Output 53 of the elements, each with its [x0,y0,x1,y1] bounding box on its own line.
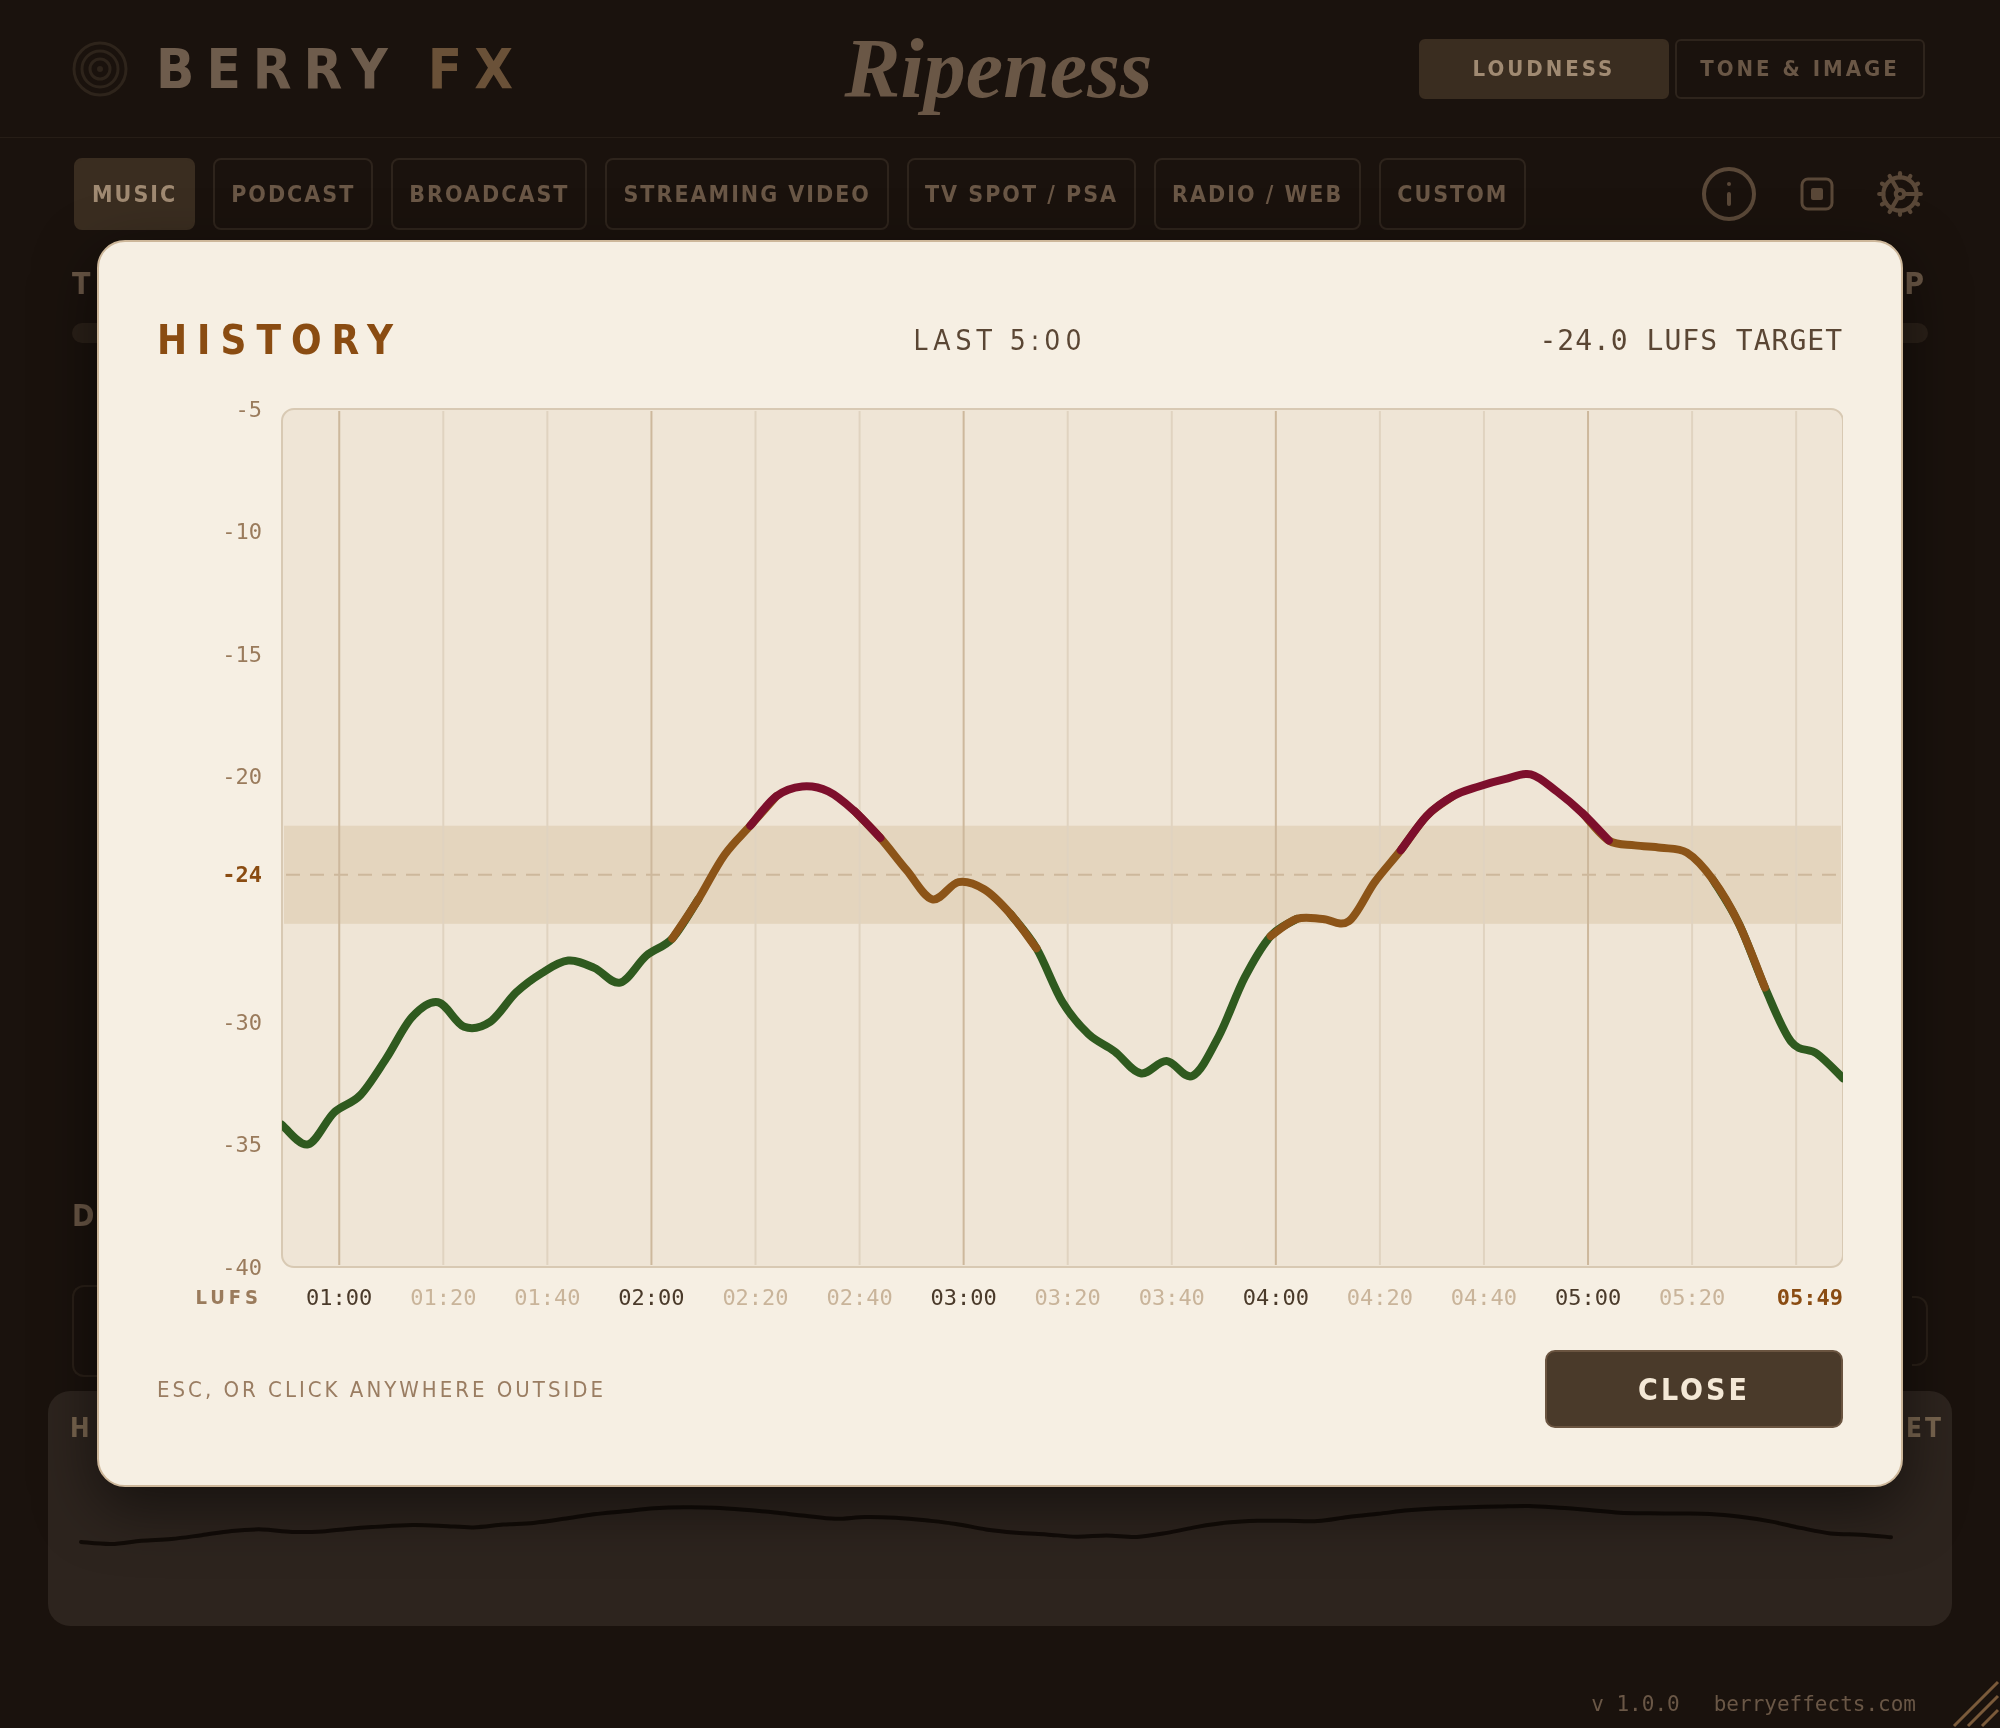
mode-tab[interactable]: LOUDNESS [1419,38,1669,99]
axis-title: LUFS [195,1285,262,1309]
axis-label: 05:00 [1554,1284,1622,1310]
settings-icon[interactable] [1875,169,1925,219]
axis-label: 01:20 [410,1284,477,1310]
dismiss-hint: ESC, OR CLICK ANYWHERE OUTSIDE [157,1376,607,1402]
range-label: LAST 5:00 [913,323,1087,357]
axis-label: 01:00 [306,1284,373,1310]
axis-label: 02:20 [722,1284,789,1310]
section-label: D [72,1198,99,1233]
info-icon[interactable] [1699,164,1759,224]
axis-label: -5 [235,396,262,422]
brand-suffix: FX [427,36,526,101]
preset-tab[interactable]: CUSTOM [1379,158,1527,230]
axis-label: -10 [222,519,262,545]
preset-tab[interactable]: BROADCAST [391,158,588,230]
mode-tab[interactable]: TONE & IMAGE [1675,38,1925,99]
square-icon[interactable] [1799,176,1835,212]
section-label: P [1904,266,1928,301]
site-link[interactable]: berryeffects.com [1713,1692,1916,1716]
app-title: Ripeness [844,21,1153,117]
axis-label: 03:40 [1138,1284,1205,1310]
axis-label: -15 [222,641,262,667]
axis-label: 05:20 [1659,1284,1726,1310]
preset-tab[interactable]: MUSIC [74,158,196,230]
target-label: -24.0 LUFS TARGET [1539,323,1843,357]
axis-label: -30 [222,1009,262,1035]
preset-tab[interactable]: PODCAST [213,158,374,230]
axis-label: 04:40 [1450,1284,1518,1310]
panel-action[interactable]: ET [1906,1413,1944,1443]
axis-label: -40 [222,1254,262,1280]
brand-name: BERRY [156,36,400,101]
axis-label: -20 [222,764,262,790]
axis-label: 04:20 [1346,1284,1413,1310]
axis-label: 01:40 [514,1284,581,1310]
axis-label: 03:20 [1034,1284,1101,1310]
dialog-title: HISTORY [157,317,405,363]
axis-label: 05:49 [1776,1284,1843,1310]
preset-tab[interactable]: STREAMING VIDEO [605,158,889,230]
version-text: v 1.0.0 [1591,1692,1680,1716]
section-label: T [72,266,95,301]
preset-tab[interactable]: RADIO / WEB [1154,158,1362,230]
axis-label: 03:00 [930,1284,997,1310]
resize-grip-icon[interactable] [1950,1680,2000,1728]
close-button[interactable]: CLOSE [1545,1350,1843,1428]
panel-title: H [70,1413,93,1443]
axis-label: 02:00 [618,1284,685,1310]
axis-label: -35 [222,1132,262,1158]
axis-label: 02:40 [826,1284,893,1310]
slider-track[interactable] [72,323,98,343]
preset-tab[interactable]: TV SPOT / PSA [906,158,1137,230]
axis-label: -24 [222,862,262,888]
axis-label: 04:00 [1242,1284,1309,1310]
